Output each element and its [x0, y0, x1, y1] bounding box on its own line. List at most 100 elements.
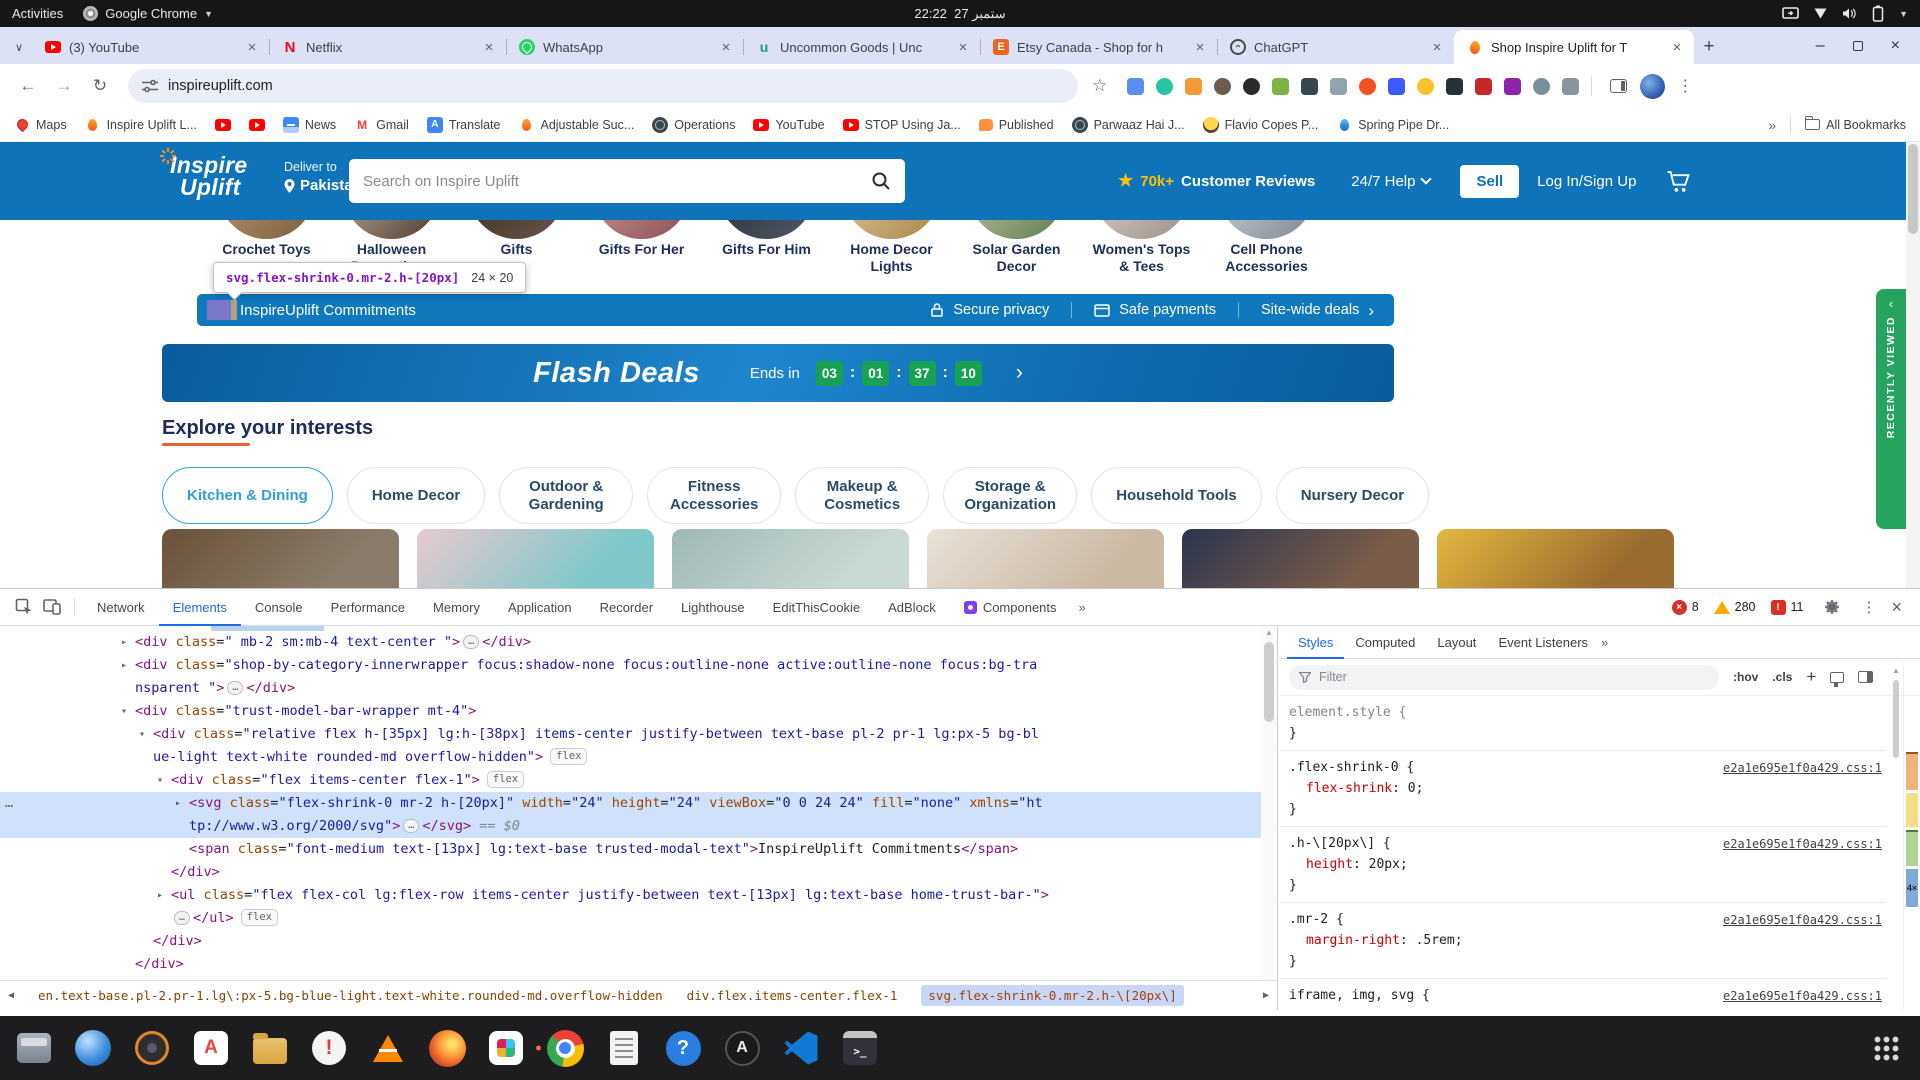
extension-icon[interactable] — [1243, 78, 1260, 95]
cart-icon[interactable] — [1666, 170, 1692, 193]
interest-pill[interactable]: Home Decor — [347, 467, 485, 524]
css-rule[interactable]: .mr-2 {margin-right: .5rem;}e2a1e695e1f0… — [1279, 903, 1886, 979]
interest-pill[interactable]: Nursery Decor — [1276, 467, 1429, 524]
product-image[interactable] — [1437, 529, 1674, 588]
tab-close-icon[interactable]: × — [480, 38, 498, 56]
category-label[interactable]: Women's Tops & Tees — [1079, 241, 1204, 275]
styles-scrollbar[interactable]: ▲ — [1890, 664, 1902, 1010]
console-errors-count[interactable]: ×8 — [1672, 600, 1699, 615]
login-signup-link[interactable]: Log In/Sign Up — [1537, 173, 1636, 190]
browser-tab[interactable]: EEtsy Canada - Shop for h× — [980, 30, 1217, 64]
search-icon[interactable] — [871, 171, 891, 191]
dom-tree-line[interactable]: <span class="font-medium text-[13px] lg:… — [0, 838, 1261, 861]
system-caret-icon[interactable]: ▼ — [1899, 9, 1908, 19]
extension-icon[interactable] — [1504, 78, 1521, 95]
extension-icon[interactable] — [1533, 78, 1550, 95]
product-image[interactable] — [927, 529, 1164, 588]
bookmark-item[interactable]: Operations — [652, 117, 735, 133]
dock-item-camera[interactable] — [128, 1024, 176, 1072]
interest-pill[interactable]: Household Tools — [1091, 467, 1262, 524]
computed-panel-icon[interactable] — [1858, 671, 1873, 683]
browser-tab[interactable]: NNetflix× — [269, 30, 506, 64]
dom-tree-line[interactable]: …▸<svg class="flex-shrink-0 mr-2 h-[20px… — [0, 792, 1261, 815]
tree-expander-icon[interactable]: ▸ — [175, 792, 181, 815]
bookmark-star-icon[interactable]: ☆ — [1092, 76, 1107, 96]
extension-icon[interactable] — [1388, 78, 1405, 95]
new-style-rule-icon[interactable]: + — [1806, 667, 1816, 687]
tab-close-icon[interactable]: × — [1191, 38, 1209, 56]
all-bookmarks-button[interactable]: All Bookmarks — [1805, 118, 1906, 132]
bookmark-item[interactable]: Published — [979, 118, 1054, 132]
sidebar-tab-event-listeners[interactable]: Event Listeners — [1487, 626, 1599, 659]
bookmark-item[interactable]: Parwaaz Hai J... — [1072, 117, 1185, 133]
tab-search-icon[interactable]: ∨ — [6, 32, 32, 62]
devtools-tab-lighthouse[interactable]: Lighthouse — [667, 589, 759, 626]
more-tabs-icon[interactable]: » — [1071, 600, 1094, 615]
tab-close-icon[interactable]: × — [717, 38, 735, 56]
css-rule[interactable]: .flex-shrink-0 {flex-shrink: 0;}e2a1e695… — [1279, 751, 1886, 827]
bookmark-item[interactable]: STOP Using Ja... — [843, 118, 961, 132]
category-label[interactable]: Solar Garden Decor — [954, 241, 1079, 275]
stylesheet-link[interactable]: e2a1e695e1f0a429.css:1 — [1723, 910, 1882, 931]
help-menu[interactable]: 24/7 Help — [1351, 173, 1430, 190]
devtools-tab-recorder[interactable]: Recorder — [586, 589, 667, 626]
extension-icon[interactable] — [1214, 78, 1231, 95]
breadcrumb-scroll-right-icon[interactable]: ▶ — [1263, 990, 1269, 1001]
dom-tree-line[interactable]: ue-light text-white rounded-md overflow-… — [0, 746, 1261, 769]
stylesheet-link[interactable]: e2a1e695e1f0a429.css:1 — [1723, 986, 1882, 1007]
inline-expand-icon[interactable]: … — [403, 819, 419, 833]
dom-tree-line[interactable]: ▾<div class="trust-model-bar-wrapper mt-… — [0, 700, 1261, 723]
devtools-settings-icon[interactable] — [1818, 594, 1846, 620]
rendering-emulation-icon[interactable] — [1830, 672, 1844, 683]
extension-icon[interactable] — [1475, 78, 1492, 95]
bookmark-item[interactable] — [215, 119, 231, 131]
breadcrumb-item[interactable]: en.text-base.pl-2.pr-1.lg\:px-5.bg-blue-… — [38, 988, 663, 1003]
close-window-button[interactable]: × — [1891, 38, 1900, 54]
search-input[interactable] — [363, 173, 871, 190]
devtools-tab-console[interactable]: Console — [241, 589, 317, 626]
browser-menu-icon[interactable]: ⋮ — [1673, 76, 1697, 96]
customer-reviews[interactable]: ★ 70k+ Customer Reviews — [1118, 171, 1315, 191]
dock-item-chrome[interactable] — [541, 1024, 589, 1072]
interest-pill[interactable]: Kitchen & Dining — [162, 467, 333, 524]
bookmark-item[interactable]: Spring Pipe Dr... — [1336, 117, 1449, 133]
dock-item-firefox[interactable] — [423, 1024, 471, 1072]
commitment-item[interactable]: Secure privacy — [930, 302, 1049, 318]
interest-pill[interactable]: Makeup & Cosmetics — [795, 467, 929, 524]
inline-expand-icon[interactable]: … — [174, 911, 190, 925]
styles-scrollbar-thumb[interactable] — [1893, 680, 1899, 758]
battery-icon[interactable] — [1872, 5, 1884, 22]
tree-expander-icon[interactable]: ▾ — [121, 700, 127, 723]
volume-icon[interactable] — [1842, 7, 1857, 20]
issues-count[interactable]: !11 — [1771, 600, 1804, 615]
flash-deals-banner[interactable]: Flash Deals Ends in 03:01:37:10 › — [162, 344, 1394, 402]
inspect-element-icon[interactable] — [10, 594, 38, 620]
bookmark-item[interactable]: MGmail — [354, 117, 409, 133]
devtools-tab-adblock[interactable]: AdBlock — [874, 589, 950, 626]
product-image[interactable] — [1182, 529, 1419, 588]
dock-item-help[interactable] — [659, 1024, 707, 1072]
category-label[interactable]: Gifts For Him — [704, 241, 829, 275]
side-panel-icon[interactable] — [1604, 73, 1632, 99]
breadcrumb-scroll-left-icon[interactable]: ◀ — [8, 990, 14, 1001]
browser-tab[interactable]: ChatGPT× — [1217, 30, 1454, 64]
dock-item-blue-globe[interactable] — [69, 1024, 117, 1072]
extension-icon[interactable] — [1185, 78, 1202, 95]
activities-button[interactable]: Activities — [12, 6, 63, 21]
category-label[interactable]: Cell Phone Accessories — [1204, 241, 1329, 275]
commitments-bar[interactable]: InspireUplift Commitments Secure privacy… — [197, 294, 1394, 326]
elements-scrollbar-thumb[interactable] — [1264, 642, 1274, 722]
dock-item-anydesk[interactable] — [187, 1024, 235, 1072]
inline-expand-icon[interactable]: … — [227, 681, 243, 695]
category-label[interactable]: Home Decor Lights — [829, 241, 954, 275]
devtools-tab-application[interactable]: Application — [494, 589, 586, 626]
console-warnings-count[interactable]: 280 — [1714, 600, 1756, 614]
app-menu[interactable]: Google Chrome ▼ — [83, 6, 213, 21]
bookmarks-overflow-icon[interactable]: » — [1768, 117, 1776, 133]
browser-tab[interactable]: WhatsApp× — [506, 30, 743, 64]
devtools-tab-elements[interactable]: Elements — [159, 589, 241, 626]
dom-tree-line[interactable]: ▾<div class="flex items-center flex-1">f… — [0, 769, 1261, 792]
scroll-up-icon[interactable]: ▲ — [1261, 626, 1277, 640]
sidebar-tab-layout[interactable]: Layout — [1426, 626, 1487, 659]
sell-button[interactable]: Sell — [1460, 165, 1519, 198]
